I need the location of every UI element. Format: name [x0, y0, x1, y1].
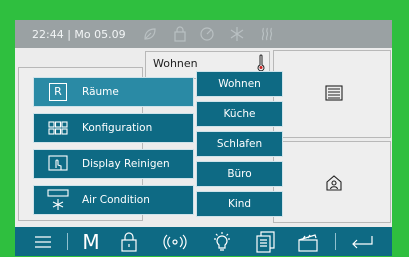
hamburger-icon[interactable] — [31, 227, 55, 256]
submenu-item-buero[interactable]: Büro — [196, 161, 283, 187]
hand-touch-icon — [34, 155, 82, 173]
m-button[interactable]: M — [80, 227, 102, 256]
heat-waves-icon[interactable] — [258, 25, 276, 43]
aircon-icon — [34, 189, 82, 211]
menu-item-label: Räume — [82, 86, 119, 98]
clapperboard-icon[interactable] — [295, 227, 321, 256]
bottom-navigation: M — [15, 227, 392, 256]
separator — [335, 233, 336, 250]
snowflake-icon[interactable] — [228, 25, 246, 43]
home-presence-icon — [325, 174, 343, 196]
lock-icon[interactable] — [172, 25, 188, 43]
menu-item-raeume[interactable]: R Räume — [33, 77, 194, 107]
documents-icon[interactable] — [253, 227, 279, 256]
blinds-tile[interactable] — [273, 50, 391, 138]
grid-icon — [34, 121, 82, 135]
rooms-r-icon: R — [34, 83, 82, 101]
submenu-item-wohnen[interactable]: Wohnen — [196, 71, 283, 97]
submenu-item-kind[interactable]: Kind — [196, 191, 283, 217]
return-icon[interactable] — [348, 227, 376, 256]
menu-item-label: Display Reinigen — [82, 158, 170, 170]
menu-item-air-condition[interactable]: Air Condition — [33, 185, 194, 215]
menu-item-display-reinigen[interactable]: Display Reinigen — [33, 149, 194, 179]
blinds-icon — [325, 85, 343, 105]
wireless-icon[interactable] — [160, 227, 190, 256]
submenu-item-kueche[interactable]: Küche — [196, 101, 283, 127]
presence-tile[interactable] — [273, 141, 391, 223]
submenu-item-schlafen[interactable]: Schlafen — [196, 131, 283, 157]
menu-item-label: Air Condition — [82, 194, 150, 206]
lightbulb-icon[interactable] — [208, 227, 236, 256]
heating-dial-icon[interactable] — [198, 25, 216, 43]
room-name: Wohnen — [153, 57, 198, 70]
leaf-icon[interactable] — [142, 25, 158, 43]
status-bar: 22:44 | Mo 05.09 — [15, 20, 392, 48]
separator — [67, 233, 68, 250]
padlock-icon[interactable] — [117, 227, 141, 256]
display-panel: 22:44 | Mo 05.09 Wohnen R Räume Konfigur… — [15, 20, 392, 256]
menu-item-konfiguration[interactable]: Konfiguration — [33, 113, 194, 143]
clock-date: 22:44 | Mo 05.09 — [32, 28, 126, 41]
menu-item-label: Konfiguration — [82, 122, 153, 134]
